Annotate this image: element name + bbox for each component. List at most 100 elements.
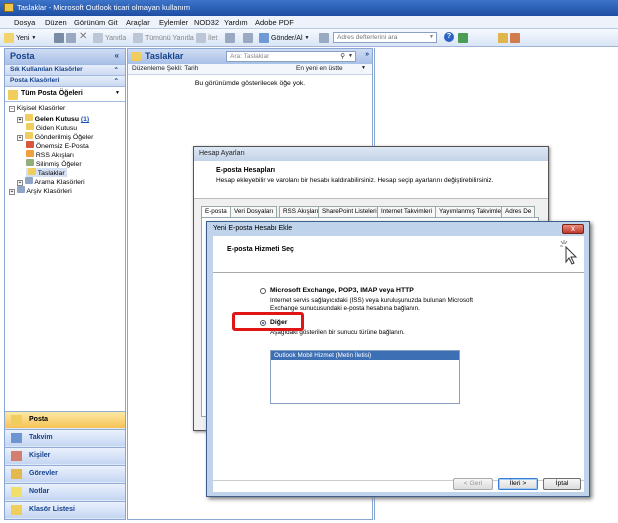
- menu-adobe-pdf[interactable]: Adobe PDF: [255, 18, 294, 27]
- search-input[interactable]: Ara: Taslaklar ⚲ ▼: [226, 51, 356, 62]
- category-icon[interactable]: [225, 33, 235, 43]
- menu-git[interactable]: Git: [108, 18, 118, 27]
- expand-icon[interactable]: »: [365, 51, 369, 58]
- new-email-account-dialog: Yeni E-posta Hesabı Ekle x E-posta Hizme…: [206, 221, 590, 497]
- nav-title: Posta «: [5, 49, 125, 64]
- forward-button[interactable]: İlet: [196, 32, 217, 44]
- reply-all-button[interactable]: Tümünü Yanıtla: [133, 32, 194, 44]
- tab-address-books[interactable]: Adres De: [501, 206, 536, 217]
- calendar-icon: [11, 433, 22, 443]
- flag-icon[interactable]: [243, 33, 253, 43]
- tree-item-sent-items[interactable]: + Gönderilmiş Öğeler: [17, 132, 93, 141]
- nav-button-tasks[interactable]: Görevler: [5, 465, 125, 482]
- addin-icon[interactable]: [498, 33, 508, 43]
- server-type-list[interactable]: Outlook Mobil Hizmet (Metin İletisi): [270, 350, 460, 404]
- search-folder-icon: [24, 177, 33, 184]
- header-separator: [213, 272, 584, 273]
- next-button[interactable]: İleri >: [498, 478, 538, 490]
- drafts-icon: [131, 52, 141, 61]
- reply-icon: [93, 33, 103, 43]
- deleted-items-icon: [26, 159, 34, 166]
- back-button[interactable]: < Geri: [453, 478, 493, 490]
- nav-button-mail[interactable]: Posta: [5, 411, 125, 428]
- move-icon[interactable]: [66, 33, 76, 43]
- address-book-icon[interactable]: [319, 33, 329, 43]
- option-exchange-radio[interactable]: [260, 288, 266, 294]
- tab-rss[interactable]: RSS Akışları: [279, 206, 323, 217]
- highlight-box: [232, 312, 304, 331]
- list-item[interactable]: Outlook Mobil Hizmet (Metin İletisi): [271, 351, 459, 360]
- option-exchange-label[interactable]: Microsoft Exchange, POP3, IMAP veya HTTP: [270, 287, 414, 294]
- toolbar: Yeni ▼ ✕ Yanıtla Tümünü Yanıtla İlet Gönd…: [0, 29, 618, 47]
- tree-item-drafts[interactable]: Taslaklar: [26, 168, 67, 177]
- menu-araclar[interactable]: Araçlar: [126, 18, 150, 27]
- chevron-up-icon: ⌃: [113, 78, 119, 85]
- dialog-title: Yeni E-posta Hesabı Ekle: [213, 225, 293, 232]
- delete-icon[interactable]: ✕: [79, 31, 87, 42]
- chevron-down-icon: ▼: [304, 35, 310, 41]
- reply-button[interactable]: Yanıtla: [93, 32, 126, 44]
- nav-button-contacts[interactable]: Kişiler: [5, 447, 125, 464]
- favorites-section[interactable]: Sık Kullanılan Klasörler ⌃: [5, 64, 125, 75]
- dialog-body: E-posta Hizmeti Seç Microsoft Exchange, …: [213, 236, 584, 492]
- tree-item-deleted[interactable]: Silinmiş Öğeler: [26, 159, 82, 168]
- new-button[interactable]: Yeni ▼: [4, 32, 36, 44]
- tab-published-calendars[interactable]: Yayımlanmış Takvimler: [435, 206, 508, 217]
- tree-item-search-folders[interactable]: + Arama Klasörleri: [17, 177, 85, 186]
- nav-button-calendar[interactable]: Takvim: [5, 429, 125, 446]
- menu-nod32[interactable]: NOD32: [194, 18, 219, 27]
- cancel-button[interactable]: İptal: [543, 478, 581, 490]
- tab-email[interactable]: E-posta: [201, 206, 231, 217]
- tab-sharepoint[interactable]: SharePoint Listeleri: [318, 206, 381, 217]
- tree-item-archive[interactable]: + Arşiv Klasörleri: [9, 186, 72, 195]
- forward-icon: [196, 33, 206, 43]
- arrange-by[interactable]: Düzenleme Şekli: Tarih: [132, 65, 198, 72]
- junk-mail-icon: [26, 141, 34, 148]
- help-icon[interactable]: ?: [444, 32, 454, 42]
- send-receive-icon: [259, 33, 269, 43]
- all-mail-items[interactable]: Tüm Posta Öğeleri ▼: [5, 86, 125, 102]
- dialog-heading: E-posta Hizmeti Seç: [227, 246, 294, 253]
- tree-item-outbox[interactable]: Giden Kutusu: [26, 123, 77, 132]
- nav-button-notes[interactable]: Notlar: [5, 483, 125, 500]
- collapse-icon[interactable]: «: [115, 51, 119, 60]
- tree-item-personal-folders[interactable]: − Kişisel Klasörler: [9, 105, 65, 112]
- send-receive-button[interactable]: Gönder/Al ▼: [259, 32, 309, 44]
- dialog-title: Hesap Ayarları: [194, 147, 548, 161]
- pane-header: Taslaklar Ara: Taslaklar ⚲ ▼ »: [128, 49, 372, 64]
- chevron-down-icon: ▼: [115, 90, 120, 96]
- option-exchange-description: Internet servis sağlayıcıdaki (ISS) veya…: [270, 297, 473, 312]
- excel-icon[interactable]: [458, 33, 468, 43]
- navigation-pane: Posta « Sık Kullanılan Klasörler ⌃ Posta K…: [4, 48, 126, 520]
- tab-internet-calendars[interactable]: Internet Takvimleri: [377, 206, 436, 217]
- menu-gorunum[interactable]: Görünüm: [74, 18, 105, 27]
- nav-button-folder-list[interactable]: Klasör Listesi: [5, 501, 125, 518]
- outbox-icon: [26, 123, 34, 130]
- folder-tree: − Kişisel Klasörler + Gelen Kutusu (1) G…: [5, 102, 125, 412]
- drafts-icon: [28, 168, 36, 175]
- chevron-down-icon[interactable]: ▼: [348, 53, 353, 59]
- chevron-down-icon: ▼: [31, 35, 37, 41]
- menu-yardim[interactable]: Yardım: [224, 18, 248, 27]
- rss-icon: [26, 150, 34, 157]
- tab-data-files[interactable]: Veri Dosyaları: [230, 206, 278, 217]
- search-icon[interactable]: ⚲: [340, 52, 345, 60]
- menu-duzen[interactable]: Düzen: [45, 18, 67, 27]
- tree-item-inbox[interactable]: + Gelen Kutusu (1): [17, 114, 89, 123]
- folder-list-icon: [11, 505, 22, 515]
- tree-item-rss[interactable]: RSS Akışları: [26, 150, 74, 159]
- cursor-click-icon: [560, 240, 578, 265]
- address-book-search[interactable]: Adres defterlerini ara ▼: [333, 32, 437, 43]
- close-button[interactable]: x: [562, 224, 584, 234]
- menu-dosya[interactable]: Dosya: [14, 18, 35, 27]
- menu-eylemler[interactable]: Eylemler: [159, 18, 188, 27]
- sort-order[interactable]: En yeni en üstte: [296, 65, 343, 72]
- reply-all-icon: [133, 33, 143, 43]
- addin-icon[interactable]: [510, 33, 520, 43]
- chevron-down-icon[interactable]: ▼: [361, 65, 366, 71]
- chevron-down-icon: ▼: [429, 34, 434, 40]
- mail-folders-section[interactable]: Posta Klasörleri ⌃: [5, 75, 125, 86]
- tree-item-junk[interactable]: Önemsiz E-Posta: [26, 141, 89, 150]
- print-icon[interactable]: [54, 33, 64, 43]
- inbox-icon: [24, 114, 33, 121]
